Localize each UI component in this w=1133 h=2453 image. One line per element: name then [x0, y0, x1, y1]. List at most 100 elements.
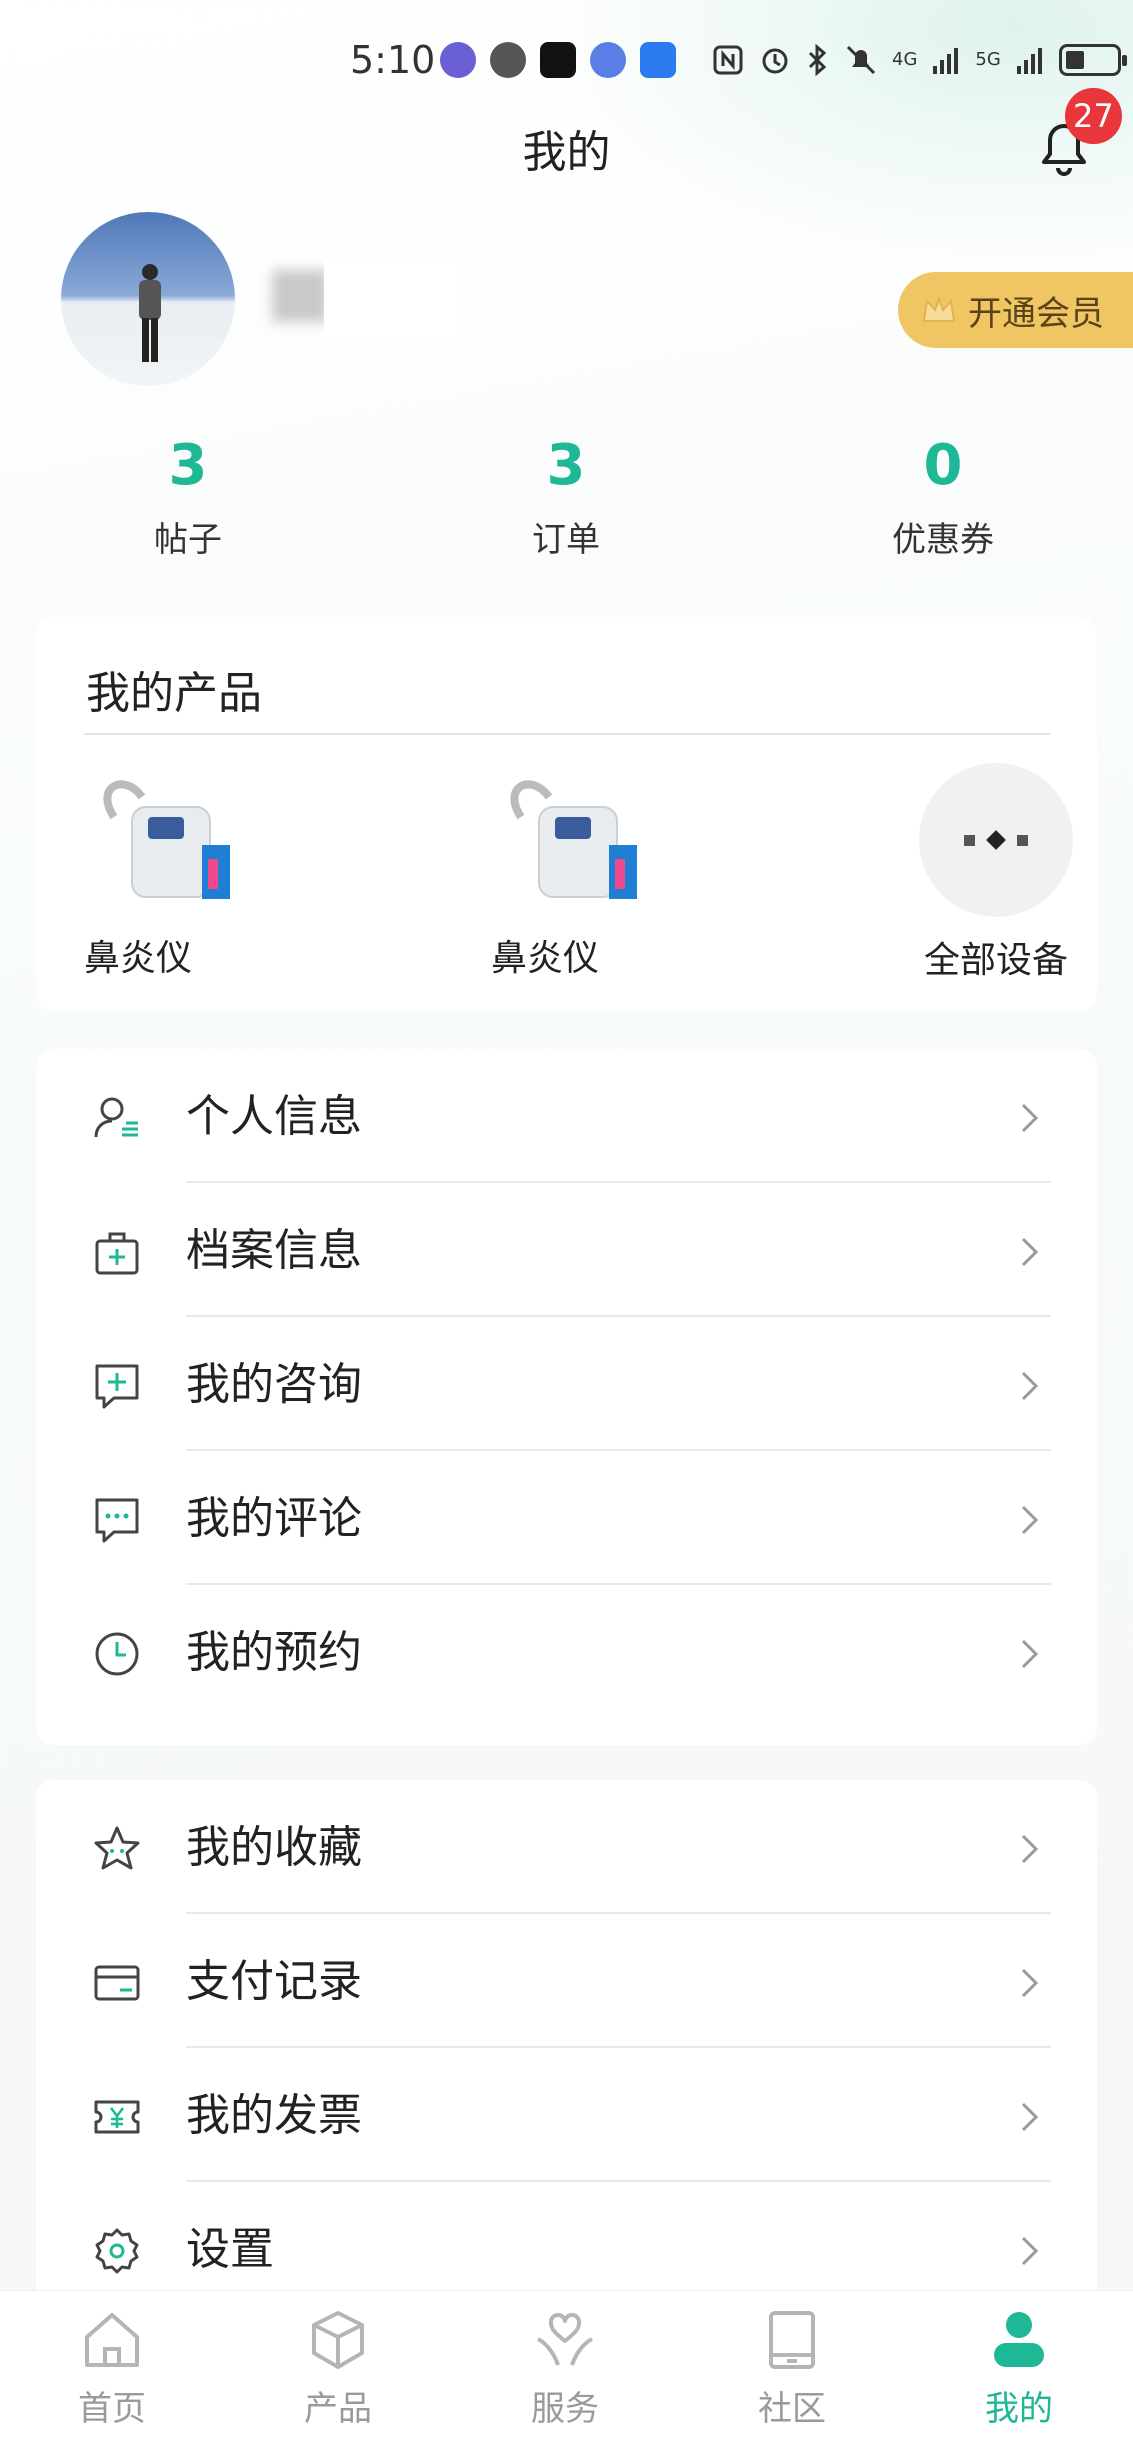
menu-label: 个人信息	[186, 1091, 362, 1142]
invoice-icon	[94, 2100, 140, 2134]
stat-label: 订单	[532, 520, 600, 560]
menu-group-1: 个人信息 档案信息 我的咨询 我的评论 我的预约	[36, 1049, 1097, 1745]
product-item[interactable]: 鼻炎仪	[491, 767, 691, 981]
rhinitis-device-image	[103, 780, 230, 899]
nfc-icon	[713, 45, 743, 75]
gear-icon	[95, 2228, 139, 2274]
chevron-right-icon	[1021, 1968, 1039, 1998]
bottom-tab-bar: 首页 产品 服务 社区 我的	[0, 2290, 1133, 2453]
car-app-icon	[640, 42, 676, 78]
menu-label: 设置	[186, 2224, 274, 2275]
status-time: 5:10	[350, 38, 436, 82]
music-icon	[590, 42, 626, 78]
menu-label: 我的发票	[186, 2090, 362, 2141]
alarm-icon	[762, 48, 788, 74]
username	[272, 258, 462, 338]
chevron-right-icon	[1021, 1371, 1039, 1401]
tab-home[interactable]: 首页	[42, 2305, 182, 2430]
clock-icon	[95, 1632, 139, 1676]
stat-label: 帖子	[154, 520, 222, 560]
chevron-right-icon	[1021, 1505, 1039, 1535]
network-5g-label: 5G	[975, 49, 1001, 70]
avatar[interactable]	[61, 212, 235, 386]
stat-value: 3	[546, 433, 586, 498]
chevron-right-icon	[1021, 1834, 1039, 1864]
mute-icon	[846, 45, 876, 75]
product-name: 鼻炎仪	[491, 938, 600, 979]
rhinitis-device-image	[510, 780, 637, 899]
stat-value: 3	[168, 433, 208, 498]
tab-products[interactable]: 产品	[268, 2305, 408, 2430]
menu-item-personal-info[interactable]: 个人信息	[36, 1049, 1097, 1183]
chevron-right-icon	[1021, 1237, 1039, 1267]
consult-icon	[95, 1364, 139, 1409]
vip-button[interactable]: 开通会员	[898, 272, 1133, 348]
box-icon	[312, 2311, 364, 2369]
products-title: 我的产品	[86, 668, 262, 719]
comment-icon	[95, 1498, 139, 1543]
tablet-icon	[769, 2311, 815, 2369]
tab-community[interactable]: 社区	[722, 2305, 862, 2430]
tab-label: 产品	[304, 2389, 372, 2429]
menu-item-appointments[interactable]: 我的预约	[36, 1585, 1097, 1719]
person-icon	[94, 1097, 138, 1138]
product-name: 鼻炎仪	[84, 938, 193, 979]
tiktok-icon	[540, 42, 576, 78]
wechat-icon	[490, 42, 526, 78]
chevron-right-icon	[1021, 2236, 1039, 2266]
menu-label: 我的预约	[186, 1627, 362, 1678]
products-card: 我的产品 鼻炎仪 鼻炎仪 全部设备	[36, 617, 1097, 1011]
product-item[interactable]: 鼻炎仪	[84, 767, 284, 981]
medical-kit-icon	[95, 1232, 139, 1275]
tab-label: 社区	[758, 2389, 826, 2429]
tab-label: 首页	[78, 2389, 146, 2429]
menu-item-payments[interactable]: 支付记录	[36, 1914, 1097, 2048]
menu-item-records[interactable]: 档案信息	[36, 1183, 1097, 1317]
star-icon	[94, 1826, 140, 1870]
signal-icon	[933, 48, 959, 74]
stat-value: 0	[923, 433, 963, 498]
stats-row: 3 帖子 3 订单 0 优惠券	[0, 430, 1133, 570]
status-bar: 5:10 4G 5G	[0, 0, 1133, 128]
divider	[84, 733, 1051, 735]
stat-orders[interactable]: 3 订单	[446, 430, 686, 561]
notification-badge: 27	[1065, 88, 1122, 144]
battery-icon	[1058, 44, 1127, 76]
status-indicators: 4G 5G	[712, 40, 1127, 80]
stat-posts[interactable]: 3 帖子	[68, 430, 308, 561]
tab-label: 服务	[531, 2389, 599, 2429]
menu-label: 我的咨询	[186, 1359, 362, 1410]
service-icon	[537, 2312, 593, 2366]
crown-icon	[922, 296, 956, 322]
tab-services[interactable]: 服务	[495, 2305, 635, 2430]
all-devices-button[interactable]: 全部设备	[896, 763, 1096, 983]
stat-label: 优惠券	[892, 520, 994, 560]
more-icon	[919, 763, 1073, 917]
menu-label: 我的收藏	[186, 1822, 362, 1873]
signal-icon	[1016, 48, 1042, 74]
menu-item-invoices[interactable]: 我的发票	[36, 2048, 1097, 2182]
page-title: 我的	[522, 127, 611, 178]
vip-label: 开通会员	[968, 293, 1104, 334]
chevron-right-icon	[1021, 2102, 1039, 2132]
chevron-right-icon	[1021, 1639, 1039, 1669]
status-app-icons	[440, 42, 676, 78]
tab-mine[interactable]: 我的	[949, 2305, 1089, 2430]
network-4g-label: 4G	[892, 49, 918, 70]
all-devices-label: 全部设备	[923, 940, 1068, 981]
menu-label: 档案信息	[186, 1225, 362, 1276]
home-icon	[85, 2313, 139, 2367]
menu-item-consultation[interactable]: 我的咨询	[36, 1317, 1097, 1451]
menu-label: 我的评论	[186, 1493, 362, 1544]
menu-item-favorites[interactable]: 我的收藏	[36, 1780, 1097, 1914]
menu-item-comments[interactable]: 我的评论	[36, 1451, 1097, 1585]
chevron-right-icon	[1021, 1103, 1039, 1133]
stat-coupons[interactable]: 0 优惠券	[823, 430, 1063, 561]
avatar-photo	[139, 264, 161, 362]
bluetooth-icon	[808, 43, 827, 77]
tab-label: 我的	[985, 2389, 1053, 2429]
card-icon	[94, 1965, 140, 2001]
user-icon	[994, 2312, 1044, 2367]
app-notification-icon	[440, 42, 476, 78]
menu-label: 支付记录	[186, 1956, 362, 2007]
